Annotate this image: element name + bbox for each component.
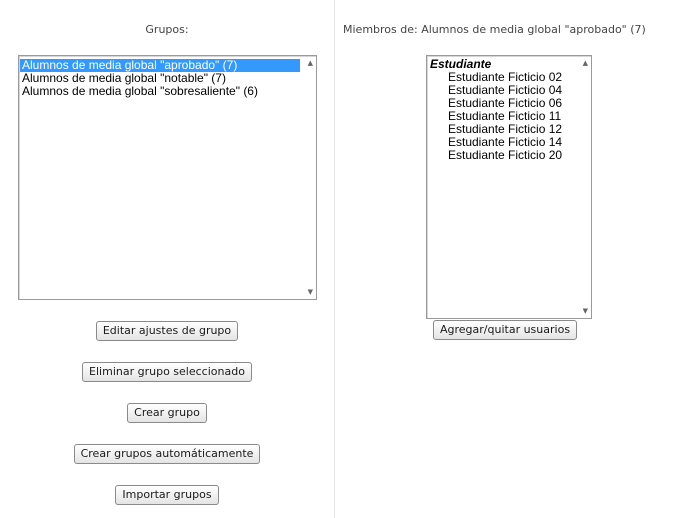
add-remove-users-button[interactable]: Agregar/quitar usuarios <box>433 320 578 340</box>
groups-panel: Grupos: Alumnos de media global "aprobad… <box>0 0 335 518</box>
scroll-up-icon[interactable]: ▲ <box>308 59 313 67</box>
create-group-button[interactable]: Crear grupo <box>127 403 207 423</box>
import-groups-wrap: Importar grupos <box>0 483 334 505</box>
member-option[interactable]: Estudiante Ficticio 20 <box>428 149 591 162</box>
delete-selected-group-button[interactable]: Eliminar grupo seleccionado <box>82 362 252 382</box>
import-groups-button[interactable]: Importar grupos <box>115 485 219 505</box>
members-panel: Miembros de: Alumnos de media global "ap… <box>335 0 685 518</box>
members-list: Estudiante Estudiante Ficticio 02 Estudi… <box>428 58 591 162</box>
create-group-wrap: Crear grupo <box>0 401 334 423</box>
edit-settings-wrap: Editar ajustes de grupo <box>0 319 334 341</box>
auto-create-groups-button[interactable]: Crear grupos automáticamente <box>73 444 261 464</box>
group-option[interactable]: Alumnos de media global "sobresaliente" … <box>20 85 316 98</box>
edit-group-settings-button[interactable]: Editar ajustes de grupo <box>95 321 239 341</box>
groups-listbox[interactable]: Alumnos de media global "aprobado" (7) A… <box>18 55 317 300</box>
groups-heading: Grupos: <box>145 23 189 36</box>
delete-group-wrap: Eliminar grupo seleccionado <box>0 360 334 382</box>
scroll-up-icon[interactable]: ▲ <box>583 59 588 67</box>
auto-create-wrap: Crear grupos automáticamente <box>0 442 334 464</box>
members-heading: Miembros de: Alumnos de media global "ap… <box>343 23 646 36</box>
scroll-down-icon[interactable]: ▼ <box>308 288 313 296</box>
scroll-down-icon[interactable]: ▼ <box>583 307 588 315</box>
members-listbox[interactable]: Estudiante Estudiante Ficticio 02 Estudi… <box>426 55 592 319</box>
groups-list: Alumnos de media global "aprobado" (7) A… <box>20 59 316 98</box>
